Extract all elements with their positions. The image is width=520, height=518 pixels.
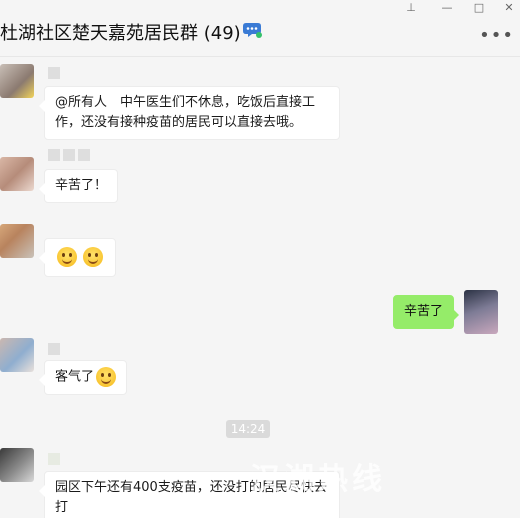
avatar[interactable] xyxy=(0,224,34,258)
maximize-icon[interactable]: □ xyxy=(472,1,486,15)
chat-message-area[interactable]: @所有人 中午医生们不休息，吃饭后直接工作，还没有接种疫苗的居民可以直接去哦。 … xyxy=(0,58,520,518)
message-text: 辛苦了 xyxy=(404,304,444,319)
message-bubble[interactable]: 辛苦了！ xyxy=(38,169,119,203)
sender-nickname xyxy=(48,64,63,79)
more-options-icon[interactable]: ••• xyxy=(479,27,514,45)
group-chat-icon[interactable] xyxy=(243,21,263,39)
sender-nickname xyxy=(48,146,93,161)
message-text: 客气了 xyxy=(55,369,95,385)
message-text: 园区下午还有400支疫苗，还没打的居民尽快去打 xyxy=(55,480,327,515)
smile-emoji-icon xyxy=(57,247,77,267)
sender-nickname xyxy=(48,450,63,465)
pin-icon[interactable]: ⊥ xyxy=(404,1,418,15)
smile-emoji-icon xyxy=(96,367,117,387)
message-bubble[interactable]: 客气了 xyxy=(38,360,128,395)
avatar[interactable] xyxy=(0,448,34,482)
minimize-icon[interactable]: — xyxy=(440,1,454,15)
smile-emoji-icon xyxy=(83,247,103,267)
chat-title[interactable]: 杜湖社区楚天嘉苑居民群 (49) xyxy=(0,19,241,45)
sender-nickname xyxy=(48,340,63,355)
message-timestamp: 14:24 xyxy=(226,420,270,438)
my-message-bubble[interactable]: 辛苦了 xyxy=(393,295,460,329)
close-icon[interactable]: ✕ xyxy=(502,1,516,15)
message-bubble[interactable] xyxy=(39,238,116,277)
avatar[interactable] xyxy=(0,338,34,372)
message-text: @所有人 中午医生们不休息，吃饭后直接工作，还没有接种疫苗的居民可以直接去哦。 xyxy=(55,95,316,130)
avatar[interactable] xyxy=(0,64,34,98)
my-avatar[interactable] xyxy=(464,290,498,334)
message-text: 辛苦了！ xyxy=(55,178,108,193)
avatar[interactable] xyxy=(0,157,34,191)
message-bubble[interactable]: 园区下午还有400支疫苗，还没打的居民尽快去打 xyxy=(39,471,340,518)
message-bubble[interactable]: @所有人 中午医生们不休息，吃饭后直接工作，还没有接种疫苗的居民可以直接去哦。 xyxy=(39,86,340,140)
title-bar: 杜湖社区楚天嘉苑居民群 (49) ⊥ — □ ✕ ••• xyxy=(0,0,520,57)
